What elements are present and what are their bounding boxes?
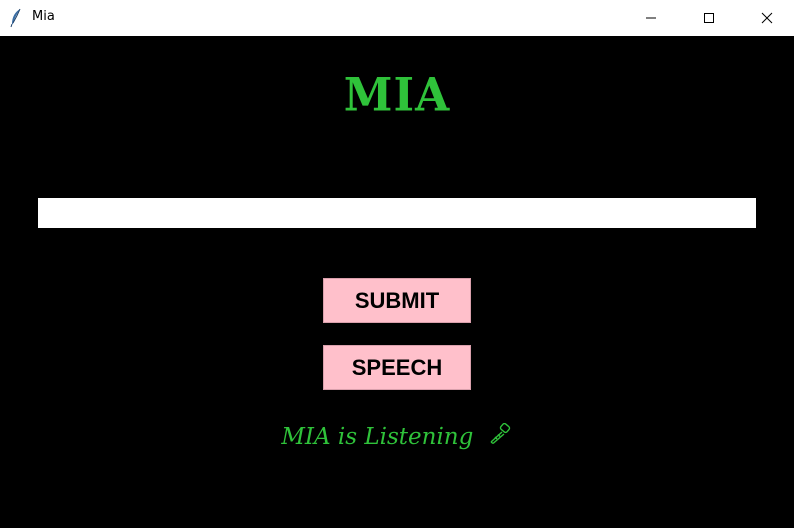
maximize-button[interactable] xyxy=(680,0,738,36)
query-input[interactable] xyxy=(38,198,756,228)
close-button[interactable] xyxy=(738,0,794,36)
main-content: MIA SUBMIT SPEECH MIA is Listening xyxy=(0,36,794,528)
title-bar[interactable]: Mia xyxy=(0,0,794,36)
minimize-icon xyxy=(645,12,657,24)
app-window: Mia MIA SUBMIT SPEECH MIA is Listening xyxy=(0,0,794,528)
status-text: MIA is Listening xyxy=(281,424,474,450)
submit-button[interactable]: SUBMIT xyxy=(323,278,471,323)
window-title: Mia xyxy=(32,9,55,24)
status-message: MIA is Listening xyxy=(0,421,794,454)
microphone-icon xyxy=(487,422,513,454)
minimize-button[interactable] xyxy=(622,0,680,36)
speech-button[interactable]: SPEECH xyxy=(323,345,471,390)
feather-icon xyxy=(10,8,22,28)
maximize-icon xyxy=(703,12,715,24)
close-icon xyxy=(761,12,773,24)
app-title: MIA xyxy=(343,68,451,123)
